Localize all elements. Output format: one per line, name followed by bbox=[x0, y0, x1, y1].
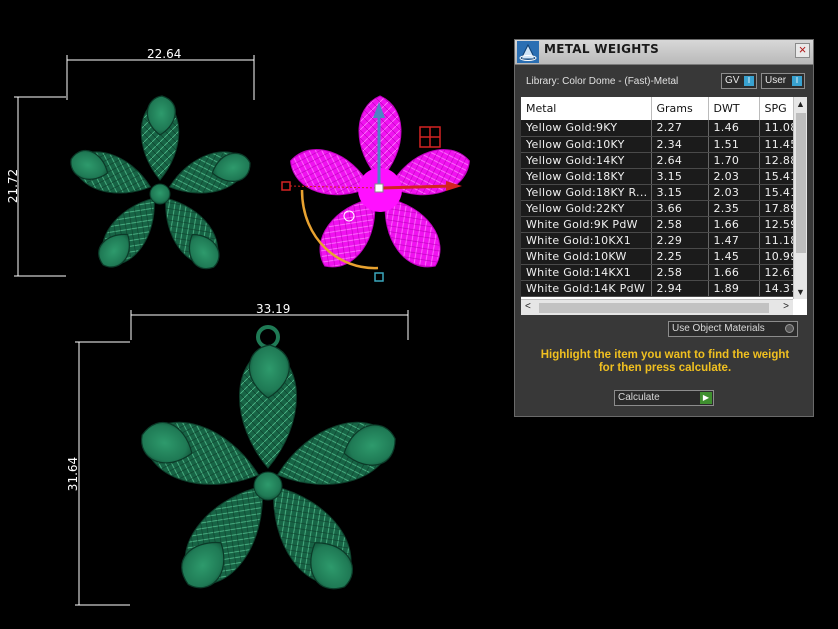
horizontal-scrollbar[interactable]: < > bbox=[521, 299, 793, 315]
table-header-row: Metal Grams DWT SPG bbox=[521, 97, 799, 120]
dwt-cell: 1.47 bbox=[708, 232, 760, 249]
metal-cell: White Gold:10KX1 bbox=[521, 232, 652, 249]
gv-toggle-label: GV bbox=[725, 75, 740, 86]
grams-cell: 2.58 bbox=[651, 216, 709, 233]
metal-cell: Yellow Gold:9KY bbox=[521, 120, 652, 137]
table-row[interactable]: Yellow Gold:14KY 2.64 1.70 12.88 bbox=[521, 152, 799, 169]
instructions-line-2: for then press calculate. bbox=[598, 362, 732, 374]
grams-cell: 3.66 bbox=[651, 200, 709, 217]
grams-cell: 2.29 bbox=[651, 232, 709, 249]
metal-cell: White Gold:14K PdW bbox=[521, 280, 652, 297]
gizmo-z-handle bbox=[374, 272, 384, 282]
use-object-materials-toggle[interactable]: Use Object Materials bbox=[668, 321, 798, 337]
dwt-cell: 2.03 bbox=[708, 184, 760, 201]
column-header-dwt[interactable]: DWT bbox=[708, 97, 760, 120]
table-row[interactable]: Yellow Gold:9KY 2.27 1.46 11.08 bbox=[521, 120, 799, 137]
calculate-label: Calculate bbox=[618, 392, 660, 403]
panel-titlebar[interactable]: METAL WEIGHTS × bbox=[515, 40, 813, 65]
gizmo-center bbox=[374, 183, 384, 193]
grams-cell: 3.15 bbox=[651, 168, 709, 185]
metal-weights-panel: METAL WEIGHTS × Library: Color Dome - (F… bbox=[514, 39, 814, 417]
top-width-label: 22.64 bbox=[147, 47, 181, 61]
grams-cell: 3.15 bbox=[651, 184, 709, 201]
library-label: Library: Color Dome - (Fast)-Metal bbox=[526, 76, 679, 87]
scroll-down-icon[interactable]: ▼ bbox=[796, 287, 805, 297]
bottom-height-dimension: 31.64 bbox=[66, 341, 130, 606]
scroll-up-icon[interactable]: ▲ bbox=[796, 99, 805, 109]
metal-cell: White Gold:14KX1 bbox=[521, 264, 652, 281]
metal-cell: Yellow Gold:22KY bbox=[521, 200, 652, 217]
user-toggle-label: User bbox=[765, 75, 787, 86]
metal-cell: White Gold:10KW bbox=[521, 248, 652, 265]
close-button[interactable]: × bbox=[795, 43, 810, 58]
dwt-cell: 1.46 bbox=[708, 120, 760, 137]
dwt-cell: 1.66 bbox=[708, 264, 760, 281]
dwt-cell: 2.03 bbox=[708, 168, 760, 185]
top-height-label: 21.72 bbox=[6, 169, 20, 203]
app-logo-icon bbox=[517, 41, 539, 63]
instructions-text: Highlight the item you want to find the … bbox=[527, 349, 803, 375]
flower-model-top-left[interactable] bbox=[67, 95, 254, 275]
gv-toggle[interactable]: GV I bbox=[721, 73, 757, 89]
table-row[interactable]: White Gold:9K PdW 2.58 1.66 12.59 bbox=[521, 216, 799, 233]
dwt-cell: 1.45 bbox=[708, 248, 760, 265]
scroll-left-icon[interactable]: < bbox=[525, 301, 531, 312]
table-row[interactable]: White Gold:10KW 2.25 1.45 10.99 bbox=[521, 248, 799, 265]
grams-cell: 2.27 bbox=[651, 120, 709, 137]
metal-cell: Yellow Gold:10KY bbox=[521, 136, 652, 153]
vertical-scroll-thumb[interactable] bbox=[796, 113, 806, 253]
panel-title: METAL WEIGHTS bbox=[544, 42, 660, 56]
gv-toggle-knob: I bbox=[744, 76, 754, 86]
table-row[interactable]: Yellow Gold:22KY 3.66 2.35 17.89 bbox=[521, 200, 799, 217]
metal-cell: Yellow Gold:18KY bbox=[521, 168, 652, 185]
gizmo-x-handle bbox=[281, 181, 291, 191]
column-header-metal[interactable]: Metal bbox=[521, 97, 652, 120]
pendant-bail bbox=[256, 325, 280, 349]
grams-cell: 2.58 bbox=[651, 264, 709, 281]
grams-cell: 2.94 bbox=[651, 280, 709, 297]
dwt-cell: 1.66 bbox=[708, 216, 760, 233]
dwt-cell: 2.35 bbox=[708, 200, 760, 217]
user-toggle-knob: I bbox=[792, 76, 802, 86]
bottom-height-label: 31.64 bbox=[66, 457, 80, 491]
table-row[interactable]: Yellow Gold:18KY R... 3.15 2.03 15.41 bbox=[521, 184, 799, 201]
top-width-dimension: 22.64 bbox=[66, 47, 255, 100]
dwt-cell: 1.51 bbox=[708, 136, 760, 153]
radio-icon bbox=[785, 324, 794, 333]
dwt-cell: 1.89 bbox=[708, 280, 760, 297]
metal-table[interactable]: Metal Grams DWT SPG Yellow Gold:9KY 2.27 1… bbox=[521, 97, 807, 315]
grams-cell: 2.25 bbox=[651, 248, 709, 265]
metal-cell: White Gold:9K PdW bbox=[521, 216, 652, 233]
pendant-model-bottom[interactable] bbox=[136, 325, 402, 600]
user-toggle[interactable]: User I bbox=[761, 73, 805, 89]
scroll-right-icon[interactable]: > bbox=[783, 301, 789, 312]
vertical-scrollbar[interactable]: ▲ ▼ bbox=[793, 97, 807, 299]
table-row[interactable]: White Gold:10KX1 2.29 1.47 11.18 bbox=[521, 232, 799, 249]
table-row[interactable]: Yellow Gold:18KY 3.15 2.03 15.41 bbox=[521, 168, 799, 185]
play-icon: ▶ bbox=[700, 392, 712, 404]
use-object-materials-label: Use Object Materials bbox=[672, 323, 765, 334]
bottom-width-label: 33.19 bbox=[256, 302, 290, 316]
bottom-width-dimension: 33.19 bbox=[130, 302, 409, 340]
top-height-dimension: 21.72 bbox=[6, 96, 66, 277]
grams-cell: 2.64 bbox=[651, 152, 709, 169]
horizontal-scroll-thumb[interactable] bbox=[539, 303, 769, 313]
table-row[interactable]: White Gold:14K PdW 2.94 1.89 14.37 bbox=[521, 280, 799, 297]
column-header-grams[interactable]: Grams bbox=[651, 97, 709, 120]
gizmo-x-axis bbox=[378, 184, 453, 190]
metal-cell: Yellow Gold:18KY R... bbox=[521, 184, 652, 201]
table-row[interactable]: Yellow Gold:10KY 2.34 1.51 11.45 bbox=[521, 136, 799, 153]
gizmo-plane-handle bbox=[419, 126, 441, 148]
calculate-button[interactable]: Calculate ▶ bbox=[614, 390, 714, 406]
table-row[interactable]: White Gold:14KX1 2.58 1.66 12.61 bbox=[521, 264, 799, 281]
dwt-cell: 1.70 bbox=[708, 152, 760, 169]
metal-cell: Yellow Gold:14KY bbox=[521, 152, 652, 169]
instructions-line-1: Highlight the item you want to find the … bbox=[540, 349, 790, 361]
grams-cell: 2.34 bbox=[651, 136, 709, 153]
